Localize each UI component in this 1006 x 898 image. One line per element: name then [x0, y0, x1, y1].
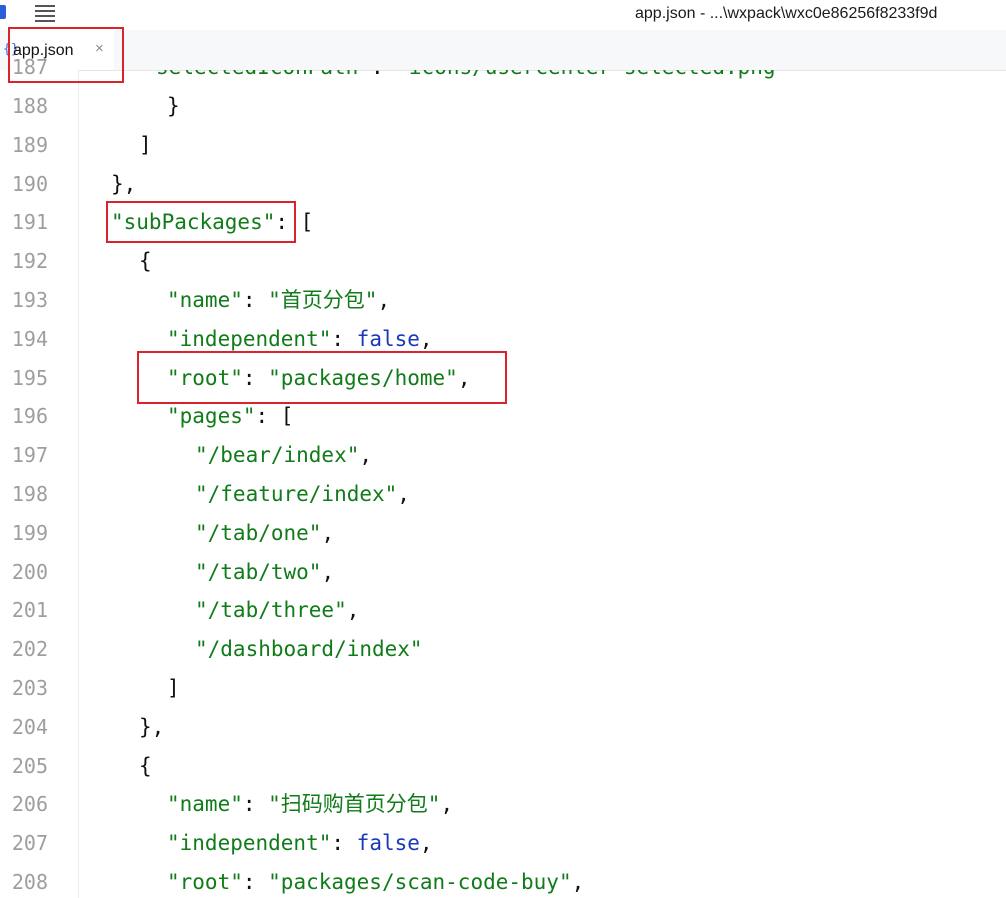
code-line: "name": "扫码购首页分包",	[167, 792, 454, 817]
code-line: "pages": [	[167, 404, 294, 429]
code-line: "independent": false,	[167, 831, 433, 856]
title-bar: app.json - ...\wxpack\wxc0e86256f8233f9d	[0, 0, 1006, 30]
line-number: 190	[11, 171, 48, 196]
code-line: "independent": false,	[167, 326, 433, 351]
line-number: 192	[11, 249, 48, 274]
code-editor[interactable]: "selectedIconPath": "icons/usercenter-se…	[79, 70, 1006, 898]
line-number: 199	[11, 520, 48, 545]
line-number: 194	[11, 326, 48, 351]
line-number: 207	[11, 831, 48, 856]
close-icon[interactable]: ×	[95, 40, 104, 57]
code-line: ]	[167, 676, 180, 700]
code-line: "/bear/index",	[195, 443, 373, 468]
line-number: 191	[11, 210, 48, 235]
window-title: app.json - ...\wxpack\wxc0e86256f8233f9d	[635, 5, 938, 22]
app-logo-icon	[0, 5, 6, 19]
line-number: 193	[11, 288, 48, 312]
line-number: 208	[11, 870, 48, 894]
code-line: ]	[139, 132, 152, 157]
line-number: 203	[11, 676, 48, 700]
line-number: 205	[11, 753, 48, 778]
line-number: 188	[11, 94, 48, 118]
line-number: 196	[11, 404, 48, 429]
hamburger-menu-icon[interactable]	[35, 4, 55, 22]
code-line-partial: "selectedIconPath": "icons/usercenter-se…	[143, 70, 788, 79]
line-number: 206	[11, 792, 48, 817]
line-number: 195	[11, 365, 48, 390]
line-number: 202	[11, 637, 48, 662]
line-number: 187	[11, 55, 48, 80]
code-line: "name": "首页分包",	[167, 288, 391, 312]
line-number-gutter: 187 188 189 190 191 192 193 194 195 196 197 198 199 2…	[0, 55, 79, 898]
code-line: {	[139, 249, 152, 274]
code-line: "root": "packages/home",	[167, 365, 471, 390]
line-number: 204	[11, 714, 48, 739]
line-number: 200	[11, 559, 48, 584]
line-number: 201	[11, 598, 48, 623]
code-line: "subPackages": [	[111, 210, 314, 235]
code-line: "/tab/three",	[195, 598, 360, 623]
code-line: "/feature/index",	[195, 482, 410, 506]
code-line: "root": "packages/scan-code-buy",	[167, 870, 585, 894]
code-line: }	[167, 94, 180, 118]
editor-tab-bar: {} app.json ×	[0, 30, 1006, 71]
line-number: 198	[11, 482, 48, 506]
line-number: 197	[11, 443, 48, 468]
code-line: },	[139, 714, 165, 739]
code-line: "/tab/two",	[195, 559, 335, 584]
line-number: 189	[11, 132, 48, 157]
code-line: {	[139, 753, 152, 778]
code-line: "/dashboard/index"	[195, 637, 423, 662]
code-line: },	[111, 171, 137, 196]
code-line: "/tab/one",	[195, 520, 335, 545]
